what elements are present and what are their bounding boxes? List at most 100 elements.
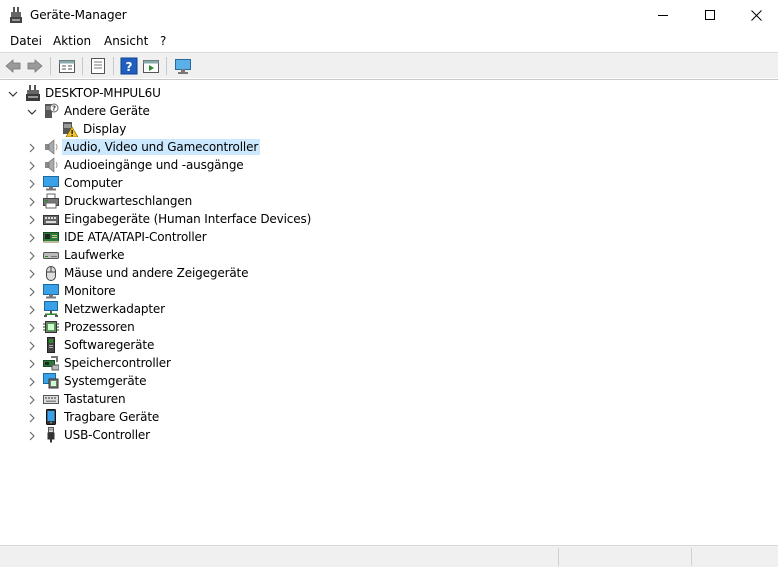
tree-root-row[interactable]: DESKTOP-MHPUL6U — [0, 84, 778, 102]
computer-icon — [43, 175, 59, 191]
minimize-icon — [657, 14, 668, 16]
tree-item-label: IDE ATA/ATAPI-Controller — [64, 230, 207, 244]
chevron-right-icon[interactable] — [27, 358, 37, 369]
storage-controller-icon — [43, 355, 60, 371]
chevron-right-icon[interactable] — [27, 412, 37, 423]
tree-item-label: Prozessoren — [64, 320, 135, 334]
device-manager-app-icon — [9, 7, 23, 23]
refresh-icon[interactable] — [89, 57, 107, 75]
chevron-right-icon[interactable] — [27, 322, 37, 333]
monitor-icon — [43, 283, 59, 299]
keyboard-hid-icon — [43, 211, 59, 227]
close-button[interactable] — [733, 0, 778, 30]
tree-category-row[interactable]: Softwaregeräte — [0, 336, 778, 354]
help-icon[interactable]: ? — [120, 57, 138, 75]
tree-category-row[interactable]: Laufwerke — [0, 246, 778, 264]
chevron-right-icon[interactable] — [27, 160, 37, 171]
drive-icon — [43, 247, 59, 263]
monitor-icon[interactable] — [174, 57, 192, 75]
chevron-right-icon[interactable] — [27, 178, 37, 189]
tree-item-label: Tastaturen — [64, 392, 126, 406]
tree-item-label: Mäuse und andere Zeigegeräte — [64, 266, 249, 280]
properties-icon[interactable] — [58, 57, 76, 75]
tree-category-row[interactable]: Computer — [0, 174, 778, 192]
status-bar — [0, 545, 778, 567]
tree-category-row[interactable]: USB-Controller — [0, 426, 778, 444]
tree-item-label: Tragbare Geräte — [64, 410, 160, 424]
tree-category-row[interactable]: Systemgeräte — [0, 372, 778, 390]
menu-datei[interactable]: Datei — [10, 34, 42, 48]
chevron-right-icon[interactable] — [27, 430, 37, 441]
close-icon — [750, 9, 762, 21]
tree-child-row[interactable]: Display — [0, 120, 778, 138]
printer-icon — [43, 193, 59, 209]
unknown-device-icon: ? — [43, 103, 59, 119]
tree-item-label: Speichercontroller — [64, 356, 171, 370]
toolbar-separator — [50, 57, 51, 75]
portable-device-icon — [43, 409, 59, 425]
tree-category-row[interactable]: Tastaturen — [0, 390, 778, 408]
tree-item-label: Druckwarteschlangen — [64, 194, 193, 208]
tree-item-label: Eingabegeräte (Human Interface Devices) — [64, 212, 312, 226]
maximize-button[interactable] — [687, 0, 733, 30]
menu-help[interactable]: ? — [160, 34, 166, 48]
tree-category-row[interactable]: Mäuse und andere Zeigegeräte — [0, 264, 778, 282]
svg-text:?: ? — [126, 60, 133, 74]
tree-category-row[interactable]: Tragbare Geräte — [0, 408, 778, 426]
chevron-right-icon[interactable] — [27, 340, 37, 351]
status-cell — [558, 548, 691, 566]
tree-item-label: Softwaregeräte — [64, 338, 155, 352]
menu-aktion[interactable]: Aktion — [53, 34, 91, 48]
status-cell — [691, 548, 778, 566]
minimize-button[interactable] — [640, 0, 686, 30]
tree-category-row[interactable]: Monitore — [0, 282, 778, 300]
device-manager-window: Geräte-Manager Datei Aktion Ansicht ? ? … — [0, 0, 778, 567]
tree-item-label: Audio, Video und Gamecontroller — [62, 139, 261, 155]
tree-item-label: Andere Geräte — [64, 104, 150, 118]
ide-controller-icon — [43, 229, 59, 245]
chevron-right-icon[interactable] — [27, 286, 37, 297]
chevron-right-icon[interactable] — [27, 142, 37, 153]
tree-category-row[interactable]: Speichercontroller — [0, 354, 778, 372]
chevron-right-icon[interactable] — [27, 304, 37, 315]
chevron-right-icon[interactable] — [27, 232, 37, 243]
tree-category-row[interactable]: Eingabegeräte (Human Interface Devices) — [0, 210, 778, 228]
chevron-right-icon[interactable] — [27, 214, 37, 225]
tree-root-label: DESKTOP-MHPUL6U — [45, 86, 161, 100]
computer-root-icon — [25, 85, 41, 101]
window-title: Geräte-Manager — [30, 8, 127, 22]
back-icon[interactable] — [4, 57, 22, 75]
system-device-icon — [43, 373, 59, 389]
processor-icon — [43, 319, 59, 335]
toolbar-separator — [82, 57, 83, 75]
keyboard-icon — [43, 391, 59, 407]
chevron-down-icon[interactable] — [27, 106, 37, 116]
tree-item-label: Monitore — [64, 284, 116, 298]
chevron-right-icon[interactable] — [27, 394, 37, 405]
chevron-right-icon[interactable] — [27, 196, 37, 207]
tree-category-row[interactable]: Prozessoren — [0, 318, 778, 336]
network-icon — [43, 301, 59, 317]
toolbar: ? — [0, 52, 778, 78]
chevron-right-icon[interactable] — [27, 376, 37, 387]
tree-category-row[interactable]: Druckwarteschlangen — [0, 192, 778, 210]
tree-category-row[interactable]: Audio, Video und Gamecontroller — [0, 138, 778, 156]
usb-icon — [43, 427, 59, 443]
menu-bar: Datei Aktion Ansicht ? — [0, 30, 778, 52]
menu-ansicht[interactable]: Ansicht — [104, 34, 148, 48]
mouse-icon — [43, 265, 59, 281]
software-device-icon — [43, 337, 59, 353]
tree-item-label: Computer — [64, 176, 123, 190]
tree-category-row[interactable]: Audioeingänge und -ausgänge — [0, 156, 778, 174]
tree-category-row[interactable]: Netzwerkadapter — [0, 300, 778, 318]
tree-category-row[interactable]: ? Andere Geräte — [0, 102, 778, 120]
run-icon[interactable] — [142, 57, 160, 75]
chevron-right-icon[interactable] — [27, 250, 37, 261]
chevron-right-icon[interactable] — [27, 268, 37, 279]
chevron-down-icon[interactable] — [8, 88, 18, 98]
tree-item-label: Laufwerke — [64, 248, 125, 262]
speaker-icon — [43, 157, 59, 173]
tree-item-label: Netzwerkadapter — [64, 302, 165, 316]
tree-category-row[interactable]: IDE ATA/ATAPI-Controller — [0, 228, 778, 246]
forward-icon[interactable] — [26, 57, 44, 75]
